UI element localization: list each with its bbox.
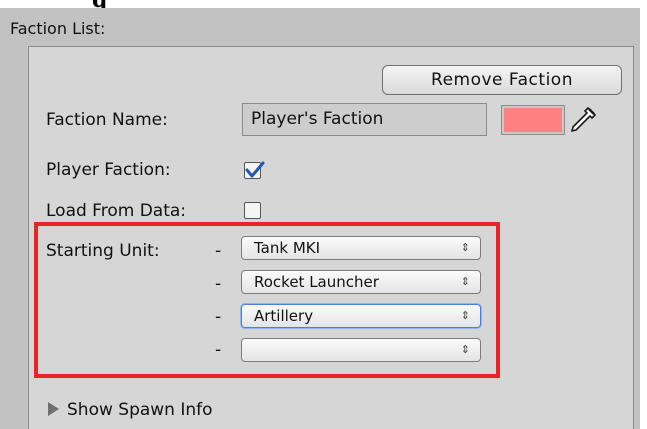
dropdown-arrows-icon: ⇕ <box>460 241 470 254</box>
dropdown-value: Tank MKI <box>254 239 321 257</box>
dropdown-value: Artillery <box>254 307 314 325</box>
remove-faction-button[interactable]: Remove Faction <box>382 65 622 95</box>
player-faction-checkbox[interactable] <box>244 161 265 179</box>
starting-unit-dash: - <box>215 340 222 360</box>
starting-unit-label: Starting Unit: <box>46 241 160 261</box>
eyedropper-icon[interactable] <box>568 105 598 135</box>
foldout-triangle-icon <box>48 402 59 416</box>
load-from-data-checkbox[interactable] <box>244 202 261 219</box>
section-header: Faction List: <box>10 19 106 38</box>
player-faction-label: Player Faction: <box>46 160 171 180</box>
dropdown-arrows-icon: ⇕ <box>460 309 470 322</box>
starting-unit-dropdown[interactable]: ⇕ <box>241 338 481 362</box>
starting-unit-dash: - <box>215 307 222 327</box>
foldout-label: Show Spawn Info <box>67 400 213 420</box>
faction-name-label: Faction Name: <box>46 110 168 130</box>
dropdown-arrows-icon: ⇕ <box>460 275 470 288</box>
starting-unit-dropdown[interactable]: Rocket Launcher ⇕ <box>241 270 481 294</box>
show-spawn-info-foldout[interactable]: Show Spawn Info <box>48 400 213 420</box>
dropdown-arrows-icon: ⇕ <box>460 343 470 356</box>
faction-name-field[interactable]: Player's Faction <box>242 103 487 136</box>
dropdown-value: Rocket Launcher <box>254 273 379 291</box>
checkmark-icon <box>245 161 265 178</box>
starting-unit-dash: - <box>215 274 222 294</box>
starting-unit-dropdown[interactable]: Artillery ⇕ <box>241 304 481 328</box>
starting-unit-dash: - <box>215 241 222 261</box>
starting-unit-dropdown[interactable]: Tank MKI ⇕ <box>241 236 481 260</box>
faction-color-swatch[interactable] <box>502 106 564 134</box>
load-from-data-label: Load From Data: <box>46 201 187 221</box>
